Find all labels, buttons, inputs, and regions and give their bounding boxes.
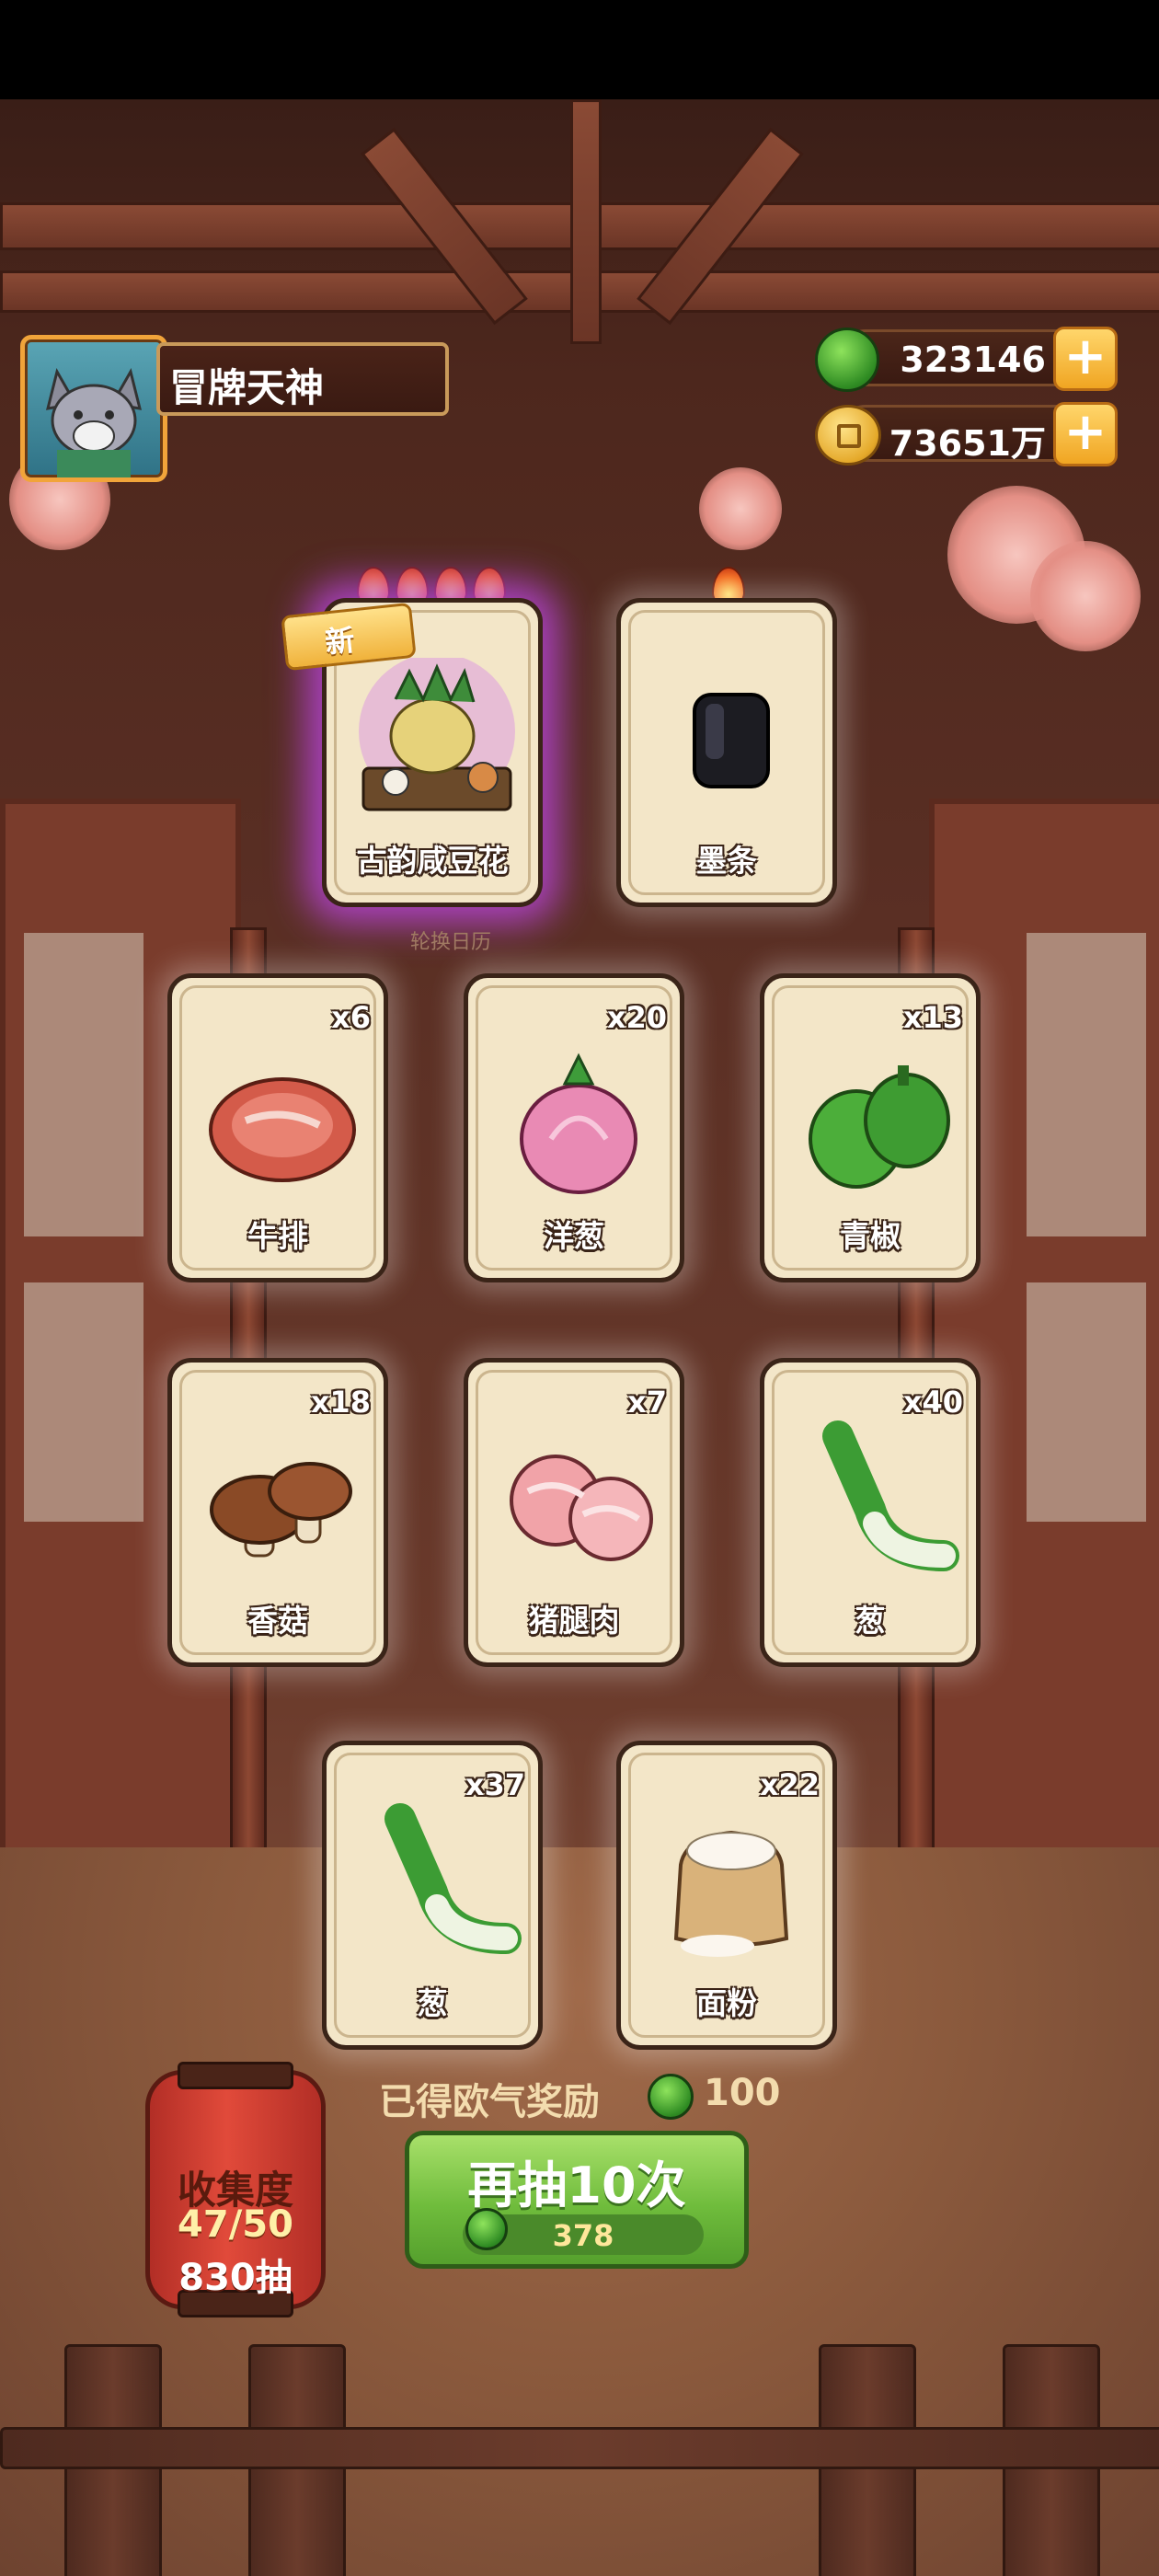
gem-amount: 323146 — [900, 339, 1046, 380]
blossom-decoration — [1030, 541, 1141, 651]
pork-leg-icon — [510, 1455, 653, 1561]
jade-gem-icon — [465, 2208, 508, 2250]
add-gems-button[interactable]: + — [1053, 327, 1118, 391]
coin-icon — [815, 405, 881, 466]
collection-progress: 47/50 — [178, 2203, 293, 2246]
tofu-pudding-dish-icon — [359, 658, 515, 811]
card-quantity: x7 — [627, 1385, 667, 1420]
card-name: 墨条 — [696, 843, 757, 879]
card-green-pepper[interactable]: x13 青椒 — [760, 973, 981, 1282]
status-bar — [0, 0, 1159, 99]
card-pork-leg[interactable]: x7 猪腿肉 — [464, 1358, 684, 1667]
card-name: 香菇 — [247, 1603, 308, 1639]
card-scallion-1[interactable]: x40 葱 — [760, 1358, 981, 1667]
card-scallion-2[interactable]: x37 葱 — [322, 1741, 543, 2050]
card-shiitake[interactable]: x18 香菇 — [167, 1358, 388, 1667]
luck-reward-value: 100 — [704, 2072, 781, 2114]
card-quantity: x13 — [902, 1000, 963, 1035]
wolf-avatar-icon — [45, 368, 143, 477]
blossom-decoration — [699, 467, 782, 550]
draw-again-label: 再抽10次 — [467, 2156, 686, 2214]
card-quantity: x22 — [759, 1767, 820, 1802]
shiitake-mushroom-icon — [210, 1462, 352, 1558]
onion-icon — [520, 1052, 637, 1194]
card-name: 洋葱 — [544, 1218, 604, 1254]
card-steak[interactable]: x6 牛排 — [167, 973, 388, 1282]
luck-reward-label: 已得欧气奖励 — [379, 2081, 600, 2123]
player-avatar[interactable] — [20, 335, 167, 482]
card-quantity: x18 — [310, 1385, 371, 1420]
green-pepper-icon — [809, 1065, 950, 1189]
player-nameplate: 冒牌天神 — [156, 342, 449, 416]
card-mo-tiao[interactable]: 墨条 — [616, 598, 837, 907]
ink-stick-icon — [693, 693, 770, 788]
card-name: 葱 — [855, 1603, 886, 1639]
card-flour[interactable]: x22 面粉 — [616, 1741, 837, 2050]
roof-strut — [570, 99, 602, 344]
card-name: 猪腿肉 — [528, 1603, 620, 1639]
collection-lantern[interactable]: 收集度 47/50 830抽 — [145, 2062, 326, 2317]
steak-icon — [209, 1077, 356, 1182]
coin-amount: 73651万 — [889, 423, 1046, 464]
add-coins-button[interactable]: + — [1053, 402, 1118, 466]
card-name: 青椒 — [840, 1218, 901, 1254]
jade-gem-icon — [815, 328, 879, 392]
card-name: 牛排 — [247, 1218, 308, 1254]
scallion-icon — [384, 1803, 522, 1954]
railing-bar — [0, 2427, 1159, 2469]
card-quantity: x20 — [606, 1000, 667, 1035]
card-onion[interactable]: x20 洋葱 — [464, 973, 684, 1282]
rotating-calendar-label: 轮换日历 — [410, 931, 492, 954]
card-name: 面粉 — [696, 1985, 757, 2021]
flour-sack-icon — [673, 1830, 789, 1957]
card-quantity: x40 — [902, 1385, 963, 1420]
card-quantity: x37 — [465, 1767, 525, 1802]
card-name: 古韵咸豆花 — [356, 843, 509, 879]
collection-draws: 830抽 — [178, 2257, 293, 2299]
card-name: 葱 — [417, 1985, 448, 2021]
scallion-icon — [822, 1420, 959, 1571]
jade-gem-icon — [648, 2074, 694, 2120]
card-quantity: x6 — [331, 1000, 371, 1035]
player-name: 冒牌天神 — [169, 365, 325, 410]
draw-again-button[interactable]: 再抽10次 378 — [405, 2131, 749, 2269]
